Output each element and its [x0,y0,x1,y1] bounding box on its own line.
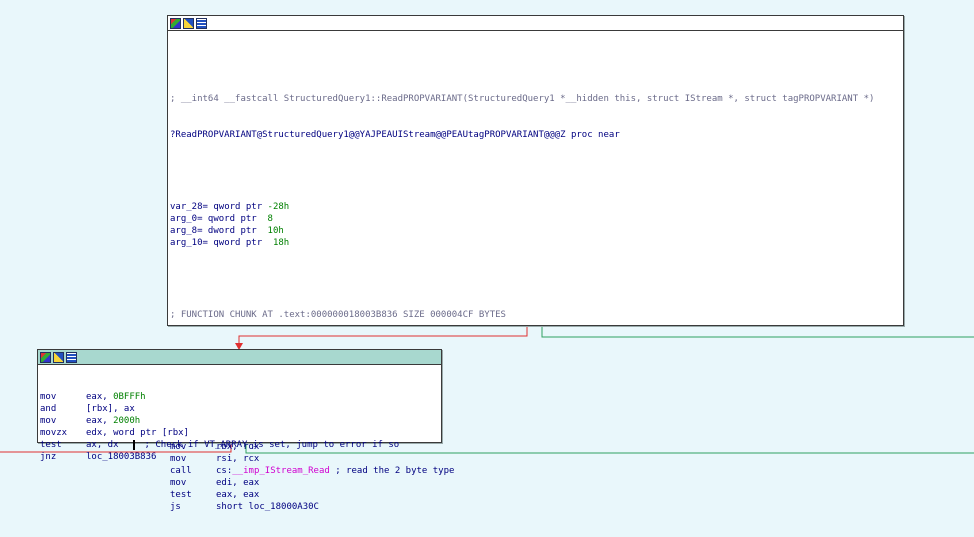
instruction-line[interactable]: movzx edx, word ptr [rbx] [40,427,441,439]
edit-color-icon[interactable] [183,17,194,29]
instruction-line[interactable]: jnz loc_18003B836 [40,451,441,463]
stack-var-line[interactable]: arg_0= qword ptr 8 [170,213,903,225]
instruction-operand[interactable]: ax, dx [86,440,119,450]
instruction-line[interactable]: test eax, eax [170,489,903,501]
instruction-operand[interactable]: eax, [86,392,113,402]
stack-var-type: = dword ptr [197,226,268,236]
stack-var-offset: -28h [267,202,290,212]
graph-icon[interactable] [170,17,181,29]
stack-var-type: = qword ptr [197,214,268,224]
stack-var-line[interactable]: arg_10= qword ptr 18h [170,237,903,249]
edit-color-icon[interactable] [53,351,64,363]
instruction-operand[interactable]: eax, eax [216,490,259,500]
instruction-comment: ; Check if VT_ARRAY is set, jump to erro… [144,440,400,450]
instruction-line[interactable]: mov eax, 2000h [40,415,441,427]
instruction-mnemonic[interactable]: jnz [40,451,86,463]
function-signature-comment: ; __int64 __fastcall StructuredQuery1::R… [170,94,875,104]
stack-var-offset: 8 [267,214,273,224]
stack-var-offset: 10h [267,226,284,236]
instruction-mnemonic[interactable]: mov [40,391,86,403]
block-1-titlebar[interactable] [168,16,903,31]
hex-view-icon[interactable] [66,351,77,363]
stack-var-name[interactable]: var_28 [170,202,203,212]
code-block-1[interactable]: ; __int64 __fastcall StructuredQuery1::R… [167,15,904,512]
stack-var-type: = qword ptr [202,238,273,248]
stack-var-offset: 18h [272,238,290,248]
hex-view-icon[interactable] [196,17,207,29]
block-2-titlebar[interactable] [38,350,441,365]
instruction-mnemonic[interactable]: movzx [40,427,86,439]
instruction-line[interactable]: and [rbx], ax [40,403,441,415]
instruction-operand[interactable]: [rbx], ax [86,404,135,414]
instruction-operand[interactable]: eax, [86,416,113,426]
function-chunk-comment: ; FUNCTION CHUNK AT .text:000000018003B8… [170,310,506,320]
instruction-operand[interactable]: edx, word ptr [rbx] [86,428,189,438]
instruction-mnemonic[interactable]: mov [40,415,86,427]
stack-var-name[interactable]: arg_10 [170,238,203,248]
stack-var-line[interactable]: var_28= qword ptr -28h [170,201,903,213]
instruction-immediate[interactable]: 2000h [113,416,140,426]
instruction-line[interactable]: mov eax, 0BFFFh [40,391,441,403]
stack-var-name[interactable]: arg_0 [170,214,197,224]
instruction-mnemonic[interactable]: and [40,403,86,415]
text-cursor [132,439,135,450]
instruction-operand[interactable]: short loc_18000A30C [216,502,319,512]
instruction-mnemonic[interactable]: js [170,501,216,513]
proc-declaration[interactable]: ?ReadPROPVARIANT@StructuredQuery1@@YAJPE… [170,129,903,141]
stack-var-name[interactable]: arg_8 [170,226,197,236]
instruction-operand[interactable]: loc_18003B836 [86,452,156,462]
graph-icon[interactable] [40,351,51,363]
instruction-mnemonic[interactable]: test [40,439,86,451]
instruction-mnemonic[interactable]: test [170,489,216,501]
stack-var-type: = qword ptr [202,202,268,212]
instruction-immediate[interactable]: 0BFFFh [113,392,146,402]
code-block-2[interactable]: mov eax, 0BFFFh and [rbx], ax mov eax, 2000h m… [37,349,442,462]
instruction-line[interactable]: js short loc_18000A30C [170,501,903,513]
instruction-line[interactable]: test ax, dx ; Check if VT_ARRAY is set, ju… [40,439,441,451]
stack-var-line[interactable]: arg_8= dword ptr 10h [170,225,903,237]
